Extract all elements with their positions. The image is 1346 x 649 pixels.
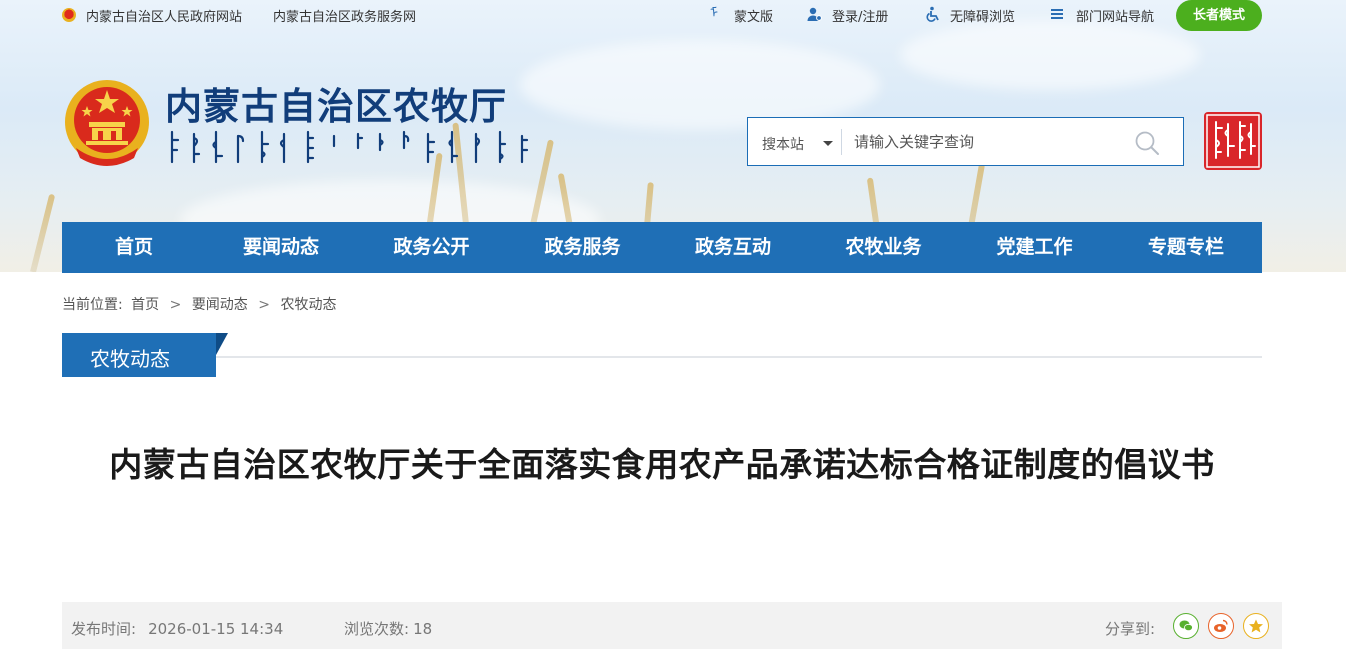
user-icon [806, 6, 822, 22]
search-divider [841, 129, 842, 155]
nav-item-news[interactable]: 要闻动态 [206, 222, 356, 273]
section-title: 农牧动态 [90, 347, 170, 371]
site-search-box: 搜本站 [747, 117, 1184, 166]
breadcrumb-prefix: 当前位置: [62, 297, 123, 313]
weibo-icon[interactable] [1208, 613, 1234, 639]
views-label: 浏览次数: [344, 620, 410, 638]
qzone-star-icon[interactable] [1243, 613, 1269, 639]
wheelchair-icon [924, 6, 940, 22]
search-icon[interactable] [1134, 130, 1160, 156]
national-emblem-logo[interactable] [62, 78, 152, 173]
search-input[interactable] [854, 128, 1124, 156]
nav-item-party-building[interactable]: 党建工作 [959, 222, 1110, 273]
dept-nav-link[interactable]: 部门网站导航 [1076, 6, 1154, 25]
publish-info: 发布时间: 2026-01-15 14:34 [71, 618, 283, 639]
top-utility-bar: 内蒙古自治区人民政府网站 内蒙古自治区政务服务网 ᠮ 蒙文版 登录/注册 无障碍… [0, 0, 1346, 31]
elder-mode-button[interactable]: 长者模式 [1176, 0, 1262, 31]
gov-service-link[interactable]: 内蒙古自治区政务服务网 [273, 6, 416, 25]
mongolian-script-icon: ᠮ [710, 6, 718, 21]
mongolian-seal-logo [1204, 112, 1262, 170]
section-title-tab: 农牧动态 [62, 333, 228, 377]
nav-item-agri-business[interactable]: 农牧业务 [808, 222, 959, 273]
nav-item-home[interactable]: 首页 [62, 222, 206, 273]
accessibility-link[interactable]: 无障碍浏览 [950, 6, 1015, 25]
article-meta-bar: 发布时间: 2026-01-15 14:34 浏览次数: 18 分享到: [62, 602, 1282, 649]
views-count: 18 [413, 620, 433, 638]
site-title: 内蒙古自治区农牧厅 [165, 84, 507, 128]
breadcrumb: 当前位置: 首页 > 要闻动态 > 农牧动态 [62, 294, 336, 314]
wechat-icon[interactable] [1173, 613, 1199, 639]
gov-portal-link[interactable]: 内蒙古自治区人民政府网站 [86, 6, 242, 25]
search-scope-select[interactable]: 搜本站 [762, 134, 804, 154]
breadcrumb-separator: > [169, 297, 182, 313]
nav-item-special-topics[interactable]: 专题专栏 [1110, 222, 1262, 273]
views-info: 浏览次数: 18 [344, 618, 432, 639]
login-register-link[interactable]: 登录/注册 [832, 6, 888, 25]
publish-label: 发布时间: [71, 620, 137, 638]
mongolian-title-script [170, 130, 529, 164]
main-navigation: 首页 要闻动态 政务公开 政务服务 政务互动 农牧业务 党建工作 专题专栏 [62, 222, 1262, 273]
publish-time: 2026-01-15 14:34 [148, 620, 284, 638]
share-label: 分享到: [1105, 620, 1156, 638]
nav-item-gov-affairs-open[interactable]: 政务公开 [356, 222, 507, 273]
list-icon [1049, 6, 1065, 22]
chevron-down-icon[interactable] [823, 141, 833, 146]
national-emblem-icon [62, 8, 76, 22]
breadcrumb-item-news[interactable]: 要闻动态 [192, 294, 248, 314]
nav-item-gov-interaction[interactable]: 政务互动 [658, 222, 808, 273]
breadcrumb-item-home[interactable]: 首页 [131, 294, 159, 314]
tab-notch [216, 333, 228, 355]
breadcrumb-item-agri-news[interactable]: 农牧动态 [280, 294, 336, 314]
mongolian-version-link[interactable]: 蒙文版 [734, 6, 773, 25]
nav-item-gov-services[interactable]: 政务服务 [507, 222, 658, 273]
section-divider [216, 356, 1262, 358]
breadcrumb-separator: > [258, 297, 270, 313]
article-title: 内蒙古自治区农牧厅关于全面落实食用农产品承诺达标合格证制度的倡议书 [109, 445, 1215, 484]
